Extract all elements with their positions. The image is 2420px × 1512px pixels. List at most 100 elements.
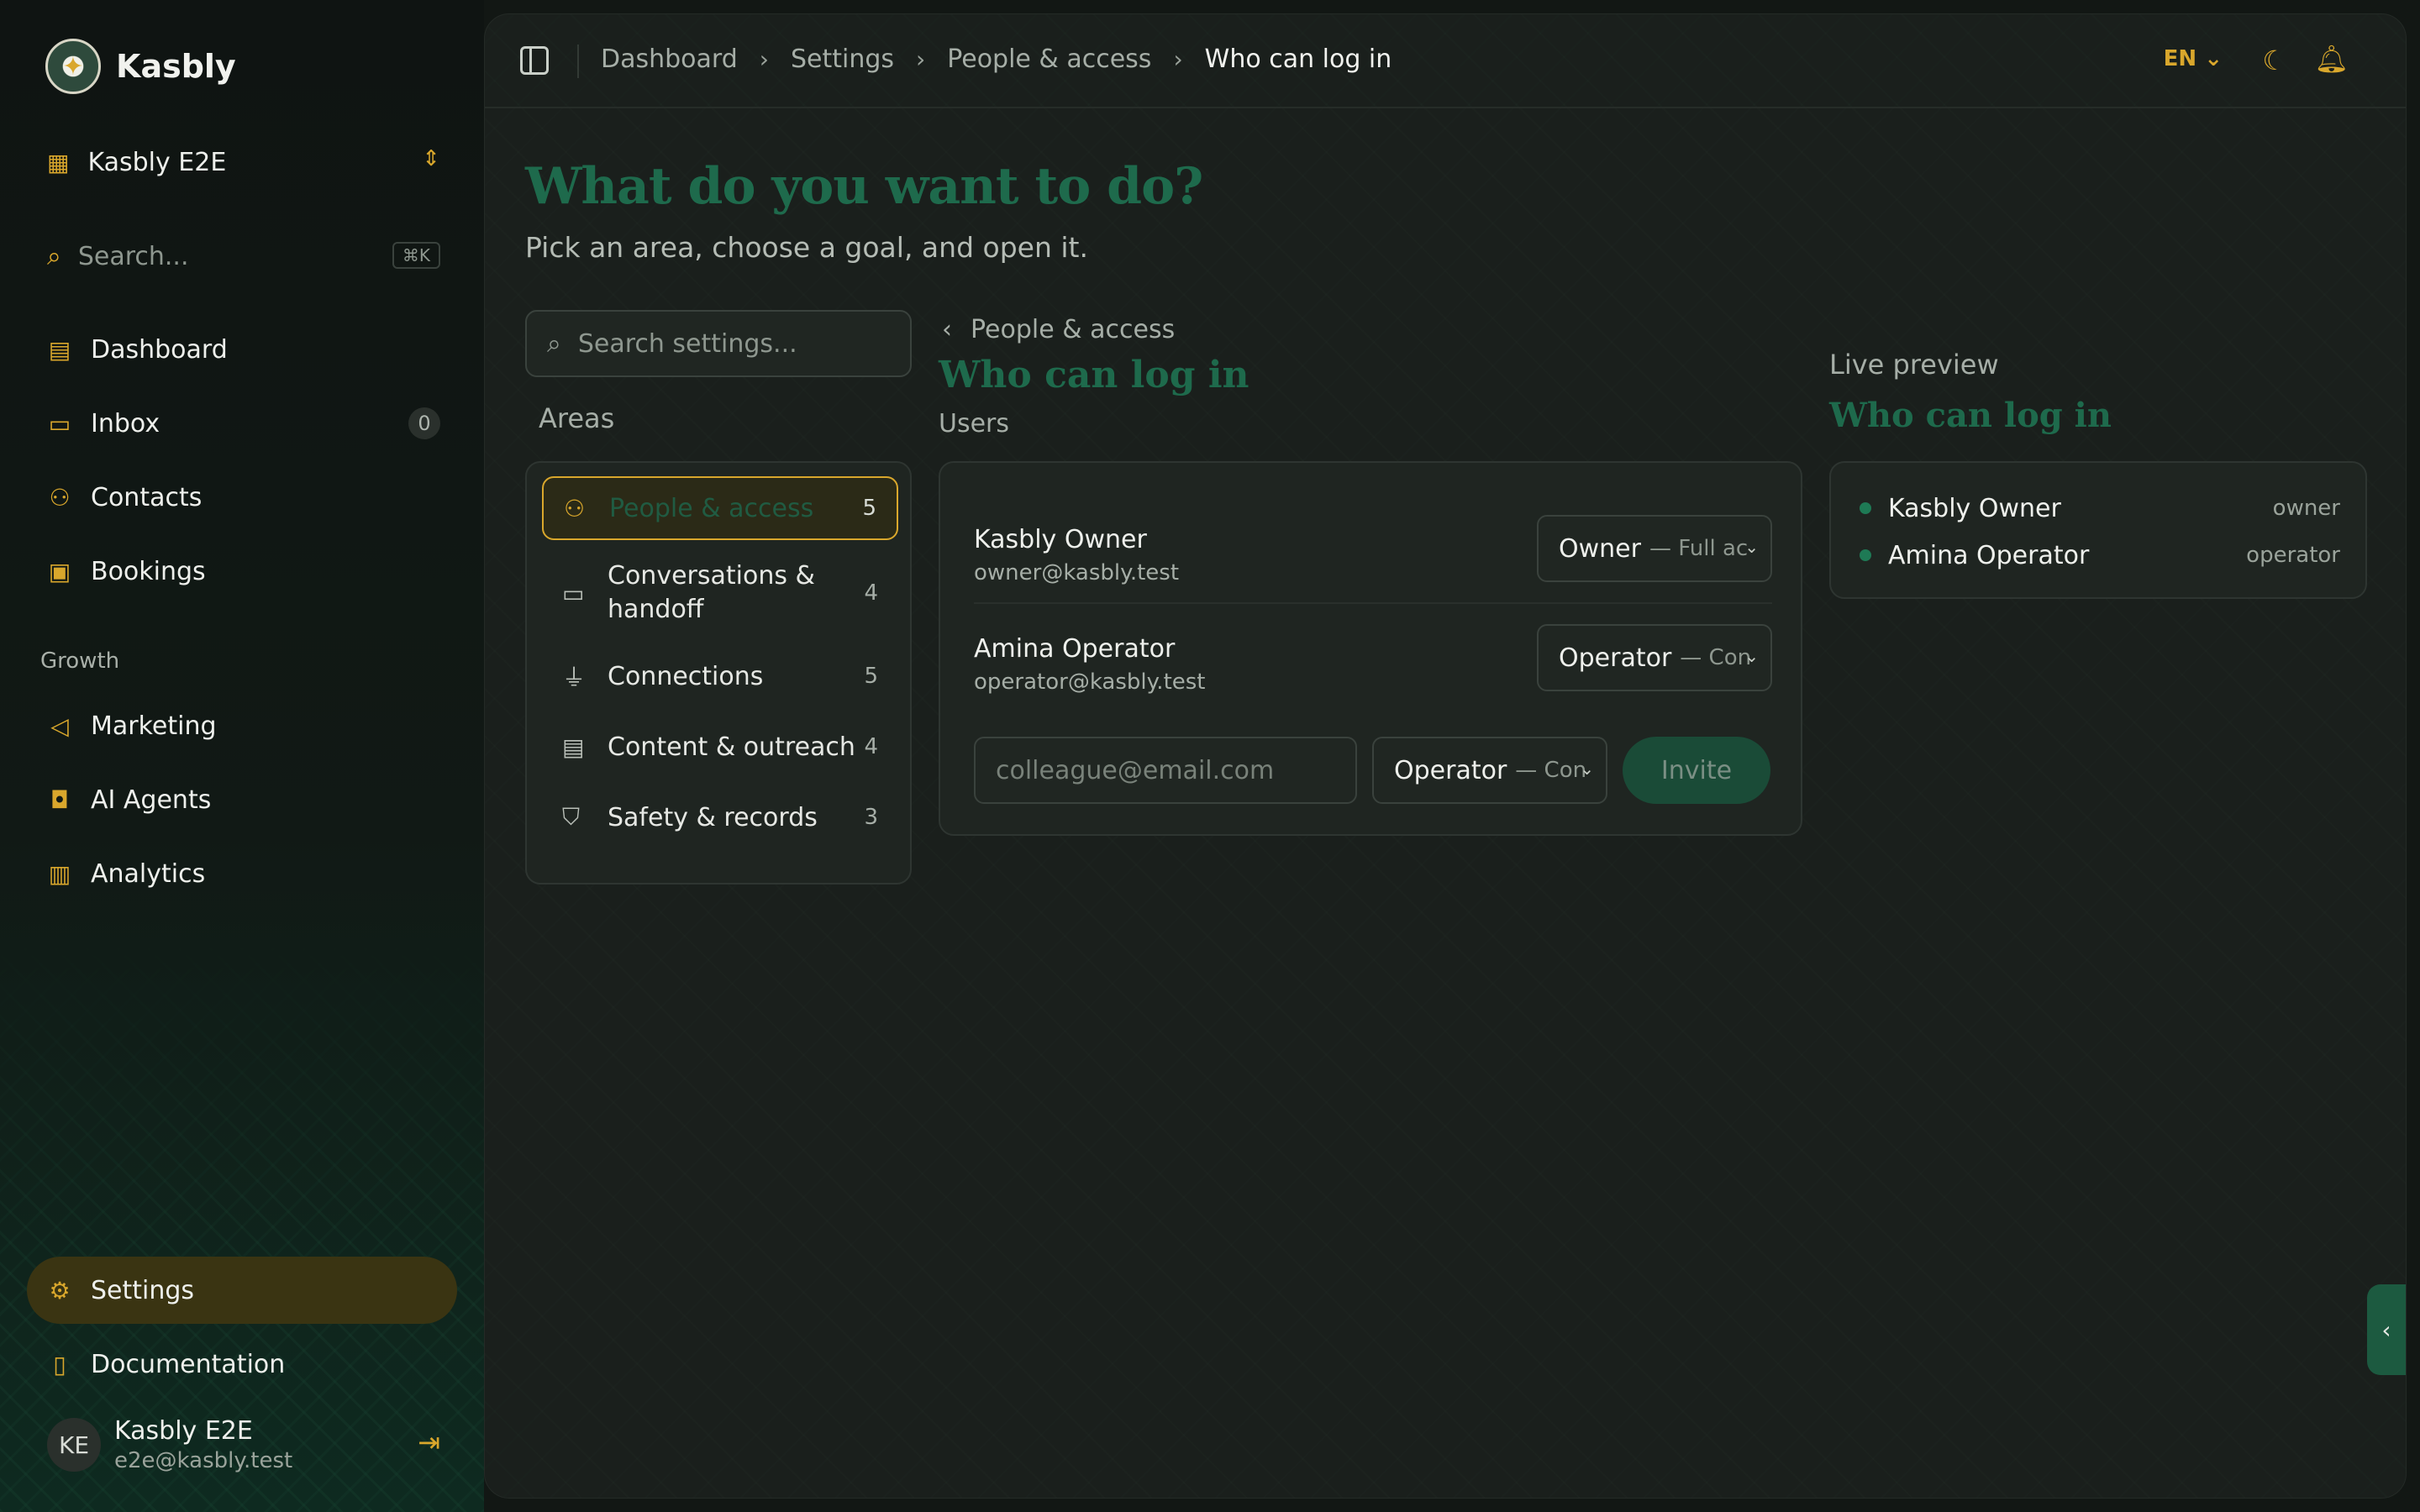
- calendar-icon: ▣: [48, 557, 71, 585]
- role-select-value: Operator: [1559, 643, 1672, 673]
- user-row-email: operator@kasbly.test: [974, 669, 1206, 695]
- chevron-left-icon: ‹: [942, 315, 952, 344]
- topbar-divider: [577, 45, 579, 78]
- area-label: Conversations & handoff: [608, 561, 815, 624]
- sidebar-item-dashboard[interactable]: ▤ Dashboard: [47, 328, 440, 371]
- preview-row: Amina Operator operator: [1860, 538, 2340, 572]
- chevron-down-icon: ⌄: [1744, 537, 1759, 557]
- back-link[interactable]: ‹ People & access: [942, 315, 1175, 344]
- search-icon: ⌕: [547, 328, 561, 359]
- app-name: Kasbly: [116, 48, 236, 85]
- contacts-icon: ⚇: [49, 483, 71, 512]
- dashboard-icon: ▤: [48, 335, 71, 364]
- sidebar-item-label: Marketing: [91, 711, 217, 741]
- invite-role-select[interactable]: Operator — Con ⌄: [1372, 737, 1607, 804]
- sidebar-item-inbox[interactable]: ▭ Inbox 0: [47, 402, 440, 445]
- inbox-icon: ▭: [48, 409, 71, 438]
- sidebar-item-label: Bookings: [91, 556, 206, 586]
- sidebar-item-documentation[interactable]: ▯ Documentation: [47, 1342, 440, 1386]
- chevron-right-icon: ›: [916, 45, 926, 73]
- preview-row-role: owner: [2272, 496, 2340, 521]
- avatar: KE: [47, 1418, 101, 1472]
- preview-row-role: operator: [2246, 543, 2340, 568]
- chevron-down-icon: ⌄: [2204, 46, 2223, 71]
- breadcrumb: Dashboard › Settings › People & access ›…: [601, 45, 1392, 74]
- moon-icon[interactable]: ☾: [2262, 45, 2286, 76]
- live-preview-title: Who can log in: [1829, 396, 2112, 435]
- sidebar-item-label: Documentation: [91, 1349, 286, 1379]
- role-select-desc: — Full ac: [1649, 536, 1749, 561]
- sidebar-search-placeholder: Search...: [77, 241, 189, 271]
- areas-heading: Areas: [539, 402, 615, 434]
- area-label: Content & outreach: [608, 732, 855, 762]
- workspace-name: Kasbly E2E: [87, 147, 227, 177]
- breadcrumb-current: Who can log in: [1204, 45, 1392, 74]
- user-profile[interactable]: KE Kasbly E2E e2e@kasbly.test ⇥: [47, 1415, 440, 1473]
- shield-icon: ⛉: [562, 803, 581, 831]
- sidebar-item-label: Analytics: [91, 858, 206, 889]
- panel-collapse-tab[interactable]: ‹: [2367, 1284, 2406, 1375]
- area-count: 5: [862, 496, 876, 521]
- invite-button[interactable]: Invite: [1623, 737, 1770, 804]
- language-label: EN: [2163, 46, 2197, 71]
- gear-icon: ⚙: [49, 1276, 71, 1305]
- user-name: Kasbly E2E: [114, 1416, 253, 1446]
- invite-email-input[interactable]: colleague@email.com: [974, 737, 1357, 804]
- sidebar-item-label: Settings: [91, 1275, 195, 1305]
- area-item-safety-records[interactable]: ⛉ Safety & records 3: [542, 787, 898, 848]
- search-icon: ⌕: [47, 241, 61, 271]
- building-icon: ▦: [47, 148, 70, 176]
- area-item-connections[interactable]: ⏚ Connections 5: [542, 646, 898, 706]
- sidebar-item-ai-agents[interactable]: ◘ AI Agents: [47, 778, 440, 822]
- area-item-people-access[interactable]: ⚇ People & access 5: [542, 476, 898, 540]
- settings-search-input[interactable]: ⌕ Search settings...: [525, 310, 912, 377]
- user-row-email: owner@kasbly.test: [974, 560, 1180, 585]
- book-icon: ▯: [53, 1350, 66, 1378]
- live-preview-label: Live preview: [1829, 349, 1999, 381]
- sidebar-item-label: AI Agents: [91, 785, 212, 815]
- sidebar-toggle-icon[interactable]: [520, 46, 549, 75]
- area-count: 4: [864, 734, 878, 759]
- chevron-down-icon: ⌄: [1580, 759, 1594, 779]
- megaphone-icon: ◁: [50, 711, 69, 740]
- bell-icon[interactable]: 🔔︎: [2314, 43, 2349, 75]
- page-title: What do you want to do?: [525, 157, 1203, 216]
- inbox-count-badge: 0: [408, 407, 440, 439]
- role-select[interactable]: Operator — Con ⌄: [1537, 624, 1772, 691]
- sidebar-item-bookings[interactable]: ▣ Bookings: [47, 549, 440, 593]
- bot-icon: ◘: [50, 785, 70, 814]
- breadcrumb-settings[interactable]: Settings: [791, 45, 894, 74]
- user-email: e2e@kasbly.test: [114, 1448, 293, 1473]
- role-select[interactable]: Owner — Full ac ⌄: [1537, 515, 1772, 582]
- user-row-name: Kasbly Owner: [974, 525, 1147, 554]
- area-item-content-outreach[interactable]: ▤ Content & outreach 4: [542, 717, 898, 777]
- sidebar-item-label: Inbox: [91, 408, 160, 438]
- sidebar-item-contacts[interactable]: ⚇ Contacts: [47, 475, 440, 519]
- section-title: Who can log in: [939, 354, 1249, 396]
- chevron-updown-icon: ⇕: [422, 146, 440, 171]
- areas-list: ⚇ People & access 5 ▭ Conversations & ha…: [525, 461, 912, 885]
- status-dot: [1860, 502, 1871, 514]
- status-dot: [1860, 549, 1871, 561]
- language-switcher[interactable]: EN ⌄: [2164, 46, 2223, 71]
- workspace-switcher[interactable]: ▦ Kasbly E2E ⇕: [47, 141, 440, 183]
- back-label: People & access: [971, 315, 1176, 344]
- preview-row: Kasbly Owner owner: [1860, 491, 2340, 525]
- breadcrumb-dashboard[interactable]: Dashboard: [601, 45, 738, 74]
- sidebar-item-analytics[interactable]: ▥ Analytics: [47, 852, 440, 895]
- breadcrumb-people-access[interactable]: People & access: [947, 45, 1151, 74]
- sidebar-search[interactable]: ⌕ Search... ⌘K: [47, 235, 440, 277]
- sidebar-item-settings[interactable]: ⚙ Settings: [47, 1268, 440, 1312]
- sidebar-item-marketing[interactable]: ◁ Marketing: [47, 704, 440, 748]
- area-count: 3: [864, 805, 878, 830]
- area-item-conversations[interactable]: ▭ Conversations & handoff 4: [542, 557, 898, 629]
- app-logo[interactable]: ✦ Kasbly: [45, 39, 236, 94]
- sidebar-item-label: Dashboard: [91, 334, 228, 365]
- bar-chart-icon: ▥: [48, 859, 71, 888]
- document-icon: ▤: [562, 732, 585, 761]
- role-select-value: Owner: [1559, 533, 1641, 564]
- area-count: 5: [864, 664, 878, 689]
- logout-icon[interactable]: ⇥: [418, 1426, 440, 1458]
- plug-icon: ⏚: [562, 664, 587, 691]
- chevron-left-icon: ‹: [2381, 1315, 2391, 1344]
